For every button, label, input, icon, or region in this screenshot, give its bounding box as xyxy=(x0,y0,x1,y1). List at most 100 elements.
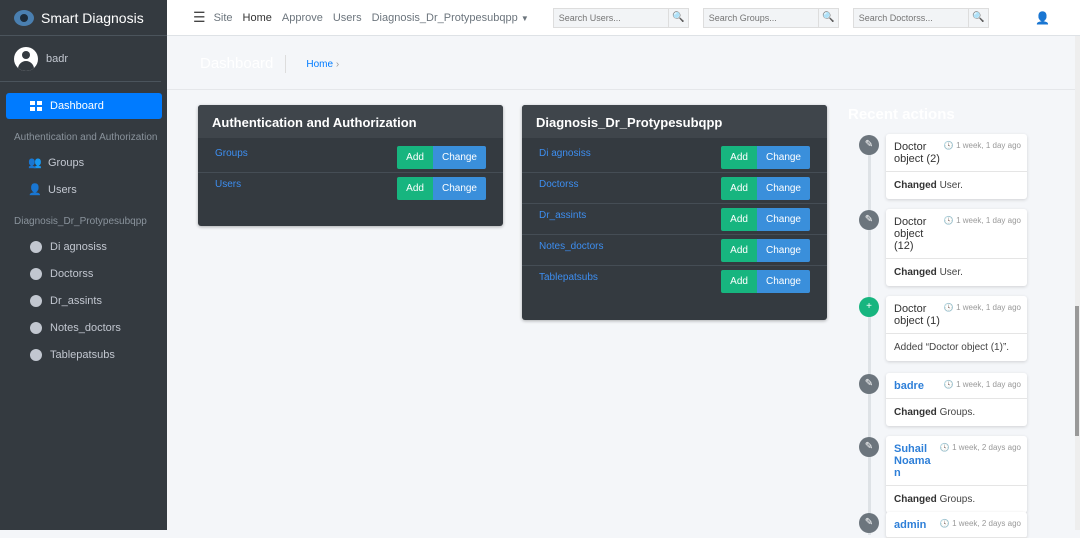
page-title: Dashboard xyxy=(200,55,287,73)
action-text: User. xyxy=(939,180,963,191)
add-button[interactable]: Add xyxy=(721,176,757,200)
card-diagnosis: Diagnosis_Dr_Protypesubqpp Di agnosiss Ad… xyxy=(522,105,827,320)
sidebar-item-dr-assints[interactable]: Dr_assints xyxy=(0,287,167,314)
breadcrumb-separator: › xyxy=(335,58,340,70)
brand-link[interactable]: Smart Diagnosis xyxy=(0,0,167,36)
action-time: 🕓 1 week, 1 day ago xyxy=(944,216,1021,252)
add-button[interactable]: Add xyxy=(397,177,433,200)
search-groups: 🔍 xyxy=(702,7,839,28)
add-button[interactable]: Add xyxy=(721,207,757,231)
time-text: 1 week, 1 day ago xyxy=(956,380,1021,389)
dashboard-icon xyxy=(30,101,42,111)
action-verb: Changed xyxy=(894,407,937,418)
sidebar-item-users[interactable]: 👤 Users xyxy=(0,176,167,203)
search-icon[interactable]: 🔍 xyxy=(967,8,988,27)
model-link[interactable]: Dr_assints xyxy=(539,210,586,221)
nav-app-dropdown[interactable]: Diagnosis_Dr_Protypesubqpp ▼ xyxy=(372,12,529,24)
sidebar-item-dashboard[interactable]: Dashboard xyxy=(6,93,162,119)
nav-home[interactable]: Home xyxy=(243,12,272,24)
sidebar-item-doctorss[interactable]: Doctorss xyxy=(0,260,167,287)
circle-icon xyxy=(30,267,42,280)
change-button[interactable]: Change xyxy=(432,177,486,200)
clock-icon: 🕓 xyxy=(943,380,954,389)
model-link[interactable]: Users xyxy=(215,179,241,190)
add-icon: + xyxy=(859,297,879,317)
breadcrumb-current: Dashboard xyxy=(341,58,391,70)
recent-action-item: badre 🕓 1 week, 1 day ago Changed Groups. xyxy=(886,373,1027,426)
model-link[interactable]: Tablepatsubs xyxy=(539,272,598,283)
action-object: Doctor object (1) xyxy=(894,303,940,327)
add-button[interactable]: Add xyxy=(397,145,433,169)
search-icon[interactable]: 🔍 xyxy=(817,8,838,27)
change-button[interactable]: Change xyxy=(756,145,810,169)
action-time: 🕓 1 week, 1 day ago xyxy=(944,380,1021,392)
change-button[interactable]: Change xyxy=(756,238,810,262)
recent-action-item: SuhailNoaman 🕓 1 week, 2 days ago Changed … xyxy=(886,436,1027,513)
nav-site[interactable]: Site xyxy=(214,12,233,24)
nav-users[interactable]: Users xyxy=(333,12,362,24)
sidebar-item-groups[interactable]: 👥 Groups xyxy=(0,149,167,176)
action-text: Added “Doctor object (1)”. xyxy=(894,342,1010,353)
sidebar-item-label: Tablepatsubs xyxy=(50,348,115,361)
sidebar-item-notes-doctors[interactable]: Notes_doctors xyxy=(0,314,167,341)
user-avatar-icon xyxy=(14,46,38,71)
action-object[interactable]: badre xyxy=(894,380,934,392)
recent-action-item: admin 🕓 1 week, 2 days ago xyxy=(886,512,1027,538)
model-row: Dr_assints Add Change xyxy=(522,204,827,235)
model-row-users: Users Add Change xyxy=(198,173,503,204)
card-title: Diagnosis_Dr_Protypesubqpp xyxy=(522,105,827,138)
add-button[interactable]: Add xyxy=(721,145,757,169)
change-button[interactable]: Change xyxy=(756,207,810,231)
recent-action-item: Doctor object (12) 🕓 1 week, 1 day ago Cha… xyxy=(886,209,1027,286)
scrollbar[interactable] xyxy=(1075,36,1080,530)
model-row: Notes_doctors Add Change xyxy=(522,235,827,266)
model-link[interactable]: Doctorss xyxy=(539,179,578,190)
nav-approve[interactable]: Approve xyxy=(282,12,323,24)
search-users: 🔍 xyxy=(552,7,689,28)
breadcrumb-home[interactable]: Home xyxy=(306,59,333,70)
action-text: Groups. xyxy=(939,407,976,418)
sidebar-item-label: Di agnosiss xyxy=(50,240,107,253)
action-verb: Changed xyxy=(894,494,937,505)
timeline-line xyxy=(868,135,871,535)
user-panel[interactable]: badr xyxy=(0,36,161,82)
model-row: Di agnosiss Add Change xyxy=(522,142,827,173)
clock-icon: 🕓 xyxy=(939,519,950,528)
model-row: Doctorss Add Change xyxy=(522,173,827,204)
change-button[interactable]: Change xyxy=(432,145,486,169)
recent-action-item: Doctor object (2) 🕓 1 week, 1 day ago Chan… xyxy=(886,134,1027,199)
scrollbar-thumb[interactable] xyxy=(1075,306,1079,436)
dropdown-label: Diagnosis_Dr_Protypesubqpp xyxy=(371,11,518,24)
sidebar-header-app: Diagnosis_Dr_Protypesubqpp xyxy=(14,216,147,227)
clock-icon: 🕓 xyxy=(943,141,954,150)
circle-icon xyxy=(30,240,42,253)
search-doctors-input[interactable] xyxy=(853,8,968,27)
time-text: 1 week, 1 day ago xyxy=(956,303,1021,312)
sidebar: Smart Diagnosis badr Dashboard Authentic… xyxy=(0,0,167,530)
clock-icon: 🕓 xyxy=(939,443,950,452)
action-time: 🕓 1 week, 1 day ago xyxy=(944,303,1021,327)
add-button[interactable]: Add xyxy=(721,270,757,293)
model-link[interactable]: Notes_doctors xyxy=(539,241,603,252)
search-groups-input[interactable] xyxy=(703,8,818,27)
sidebar-item-tablepatsubs[interactable]: Tablepatsubs xyxy=(0,341,167,368)
user-name: badr xyxy=(46,52,69,65)
search-users-input[interactable] xyxy=(553,8,668,27)
action-object[interactable]: admin xyxy=(894,519,934,531)
action-description: Changed Groups. xyxy=(886,486,1027,513)
sidebar-item-diagnosis[interactable]: Di agnosiss xyxy=(0,233,167,260)
model-link[interactable]: Groups xyxy=(215,148,248,159)
menu-toggle-icon[interactable]: ☰ xyxy=(193,9,206,26)
user-menu-icon[interactable]: 👤 xyxy=(1035,11,1050,25)
search-doctors: 🔍 xyxy=(852,7,989,28)
recent-action-item: Doctor object (1) 🕓 1 week, 1 day ago Adde… xyxy=(886,296,1027,361)
action-object[interactable]: SuhailNoaman xyxy=(894,443,934,479)
model-link[interactable]: Di agnosiss xyxy=(539,148,591,159)
circle-icon xyxy=(30,294,42,307)
change-button[interactable]: Change xyxy=(756,270,810,293)
search-icon[interactable]: 🔍 xyxy=(667,8,688,27)
sidebar-item-label: Users xyxy=(48,183,77,196)
change-button[interactable]: Change xyxy=(756,176,810,200)
action-description: Added “Doctor object (1)”. xyxy=(886,334,1027,361)
add-button[interactable]: Add xyxy=(721,238,757,262)
